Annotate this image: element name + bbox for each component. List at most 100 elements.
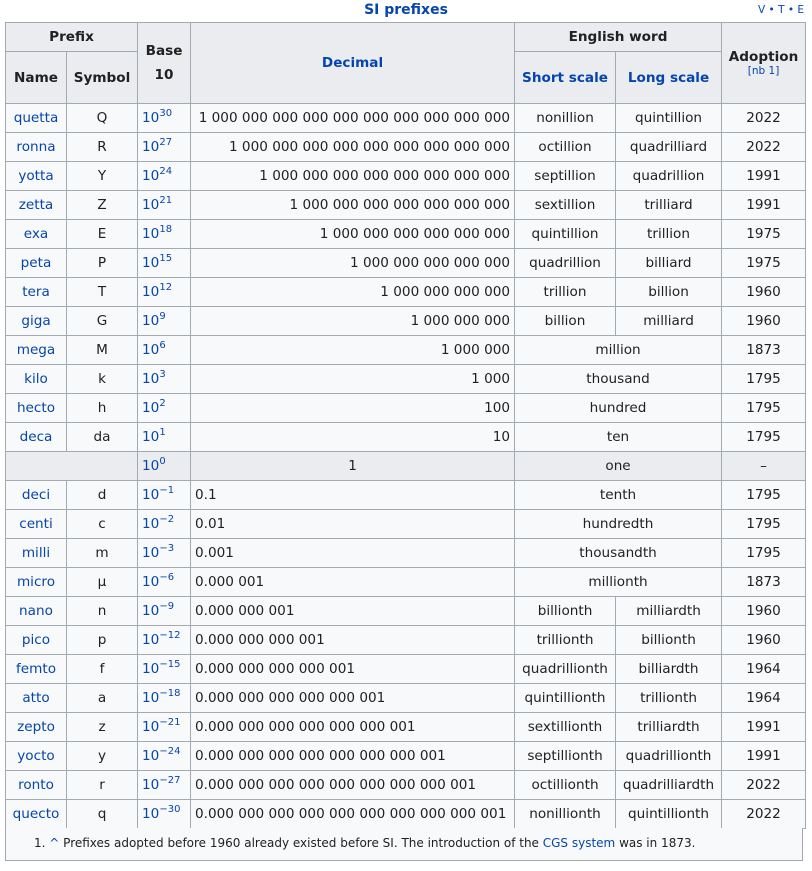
exponent: 3 [159, 369, 166, 380]
base10-power[interactable]: 10−1 [137, 480, 192, 510]
base10-power[interactable]: 10−18 [137, 683, 192, 713]
adoption-year: 1873 [721, 335, 807, 365]
prefix-name-link[interactable]: kilo [24, 371, 48, 387]
base10-power[interactable]: 10−15 [137, 654, 192, 684]
prefix-name-link[interactable]: yotta [18, 168, 53, 184]
prefix-name-link[interactable]: zetta [19, 197, 54, 213]
prefix-name-link[interactable]: centi [19, 516, 53, 532]
prefix-name-link[interactable]: atto [22, 690, 49, 706]
decimal-value: 1 000 000 000 000 000 000 000 000 000 [190, 132, 516, 162]
short-scale-word: septillion [514, 161, 617, 191]
prefix-name-link[interactable]: ronto [18, 777, 54, 793]
prefix-name-link[interactable]: yocto [17, 748, 54, 764]
table-row: quecto q 10−30 0.000 000 000 000 000 000 00… [5, 799, 807, 829]
exponent: 12 [159, 282, 173, 293]
short-scale-word: quadrillionth [514, 654, 617, 684]
decimal-value: 0.000 000 000 000 000 000 001 [190, 712, 516, 742]
long-scale-word: trillion [615, 219, 723, 249]
base10-power[interactable]: 1012 [137, 277, 192, 307]
header-short-scale[interactable]: Short scale [514, 51, 617, 104]
prefix-name-link[interactable]: milli [22, 545, 50, 561]
prefix-name-link[interactable]: quetta [14, 110, 59, 126]
english-word: millionth [514, 567, 723, 597]
prefix-name-link[interactable]: quecto [13, 806, 60, 822]
header-decimal[interactable]: Decimal [190, 22, 516, 104]
base10-power[interactable]: 10−12 [137, 625, 192, 655]
base10-power[interactable]: 1024 [137, 161, 192, 191]
prefix-name-link[interactable]: mega [17, 342, 56, 358]
prefix-name-link[interactable]: exa [24, 226, 49, 242]
prefix-symbol: P [65, 248, 139, 278]
exponent: −24 [159, 746, 181, 757]
base10-power[interactable]: 101 [137, 422, 192, 452]
decimal-value: 0.000 000 000 000 000 001 [190, 683, 516, 713]
table-row: milli m 10−3 0.001 thousandth 1795 [5, 538, 807, 568]
prefix-name-cell: tera [5, 277, 67, 307]
prefix-symbol: E [65, 219, 139, 249]
prefix-name-cell: deca [5, 422, 67, 452]
header-long-scale[interactable]: Long scale [615, 51, 723, 104]
prefix-name-link[interactable]: giga [21, 313, 50, 329]
header-prefix: Prefix [4, 22, 139, 52]
base10-power[interactable]: 10−9 [137, 596, 192, 626]
vte-links[interactable]: V • T • E [758, 4, 804, 16]
adoption-year: 1795 [721, 509, 807, 539]
short-scale-word: sextillion [514, 190, 617, 220]
prefix-symbol: h [65, 393, 139, 423]
prefix-name-link[interactable]: deci [22, 487, 50, 503]
header-english-word: English word [514, 22, 723, 52]
base10-power[interactable]: 106 [137, 335, 192, 365]
base10-power[interactable]: 1030 [137, 103, 192, 133]
decimal-value: 1 [190, 451, 516, 481]
english-word: tenth [514, 480, 723, 510]
decimal-value: 0.1 [190, 480, 516, 510]
decimal-value: 0.000 000 000 000 000 000 000 000 001 [190, 770, 516, 800]
prefix-name-link[interactable]: peta [21, 255, 52, 271]
prefix-name-link[interactable]: deca [20, 429, 53, 445]
long-scale-word: trilliardth [615, 712, 723, 742]
prefix-name-link[interactable]: micro [17, 574, 55, 590]
base10-power[interactable]: 109 [137, 306, 192, 336]
base10-power[interactable]: 10−27 [137, 770, 192, 800]
prefix-name-link[interactable]: nano [19, 603, 53, 619]
prefix-name-link[interactable]: ronna [16, 139, 55, 155]
prefix-name-link[interactable]: tera [22, 284, 50, 300]
note-link[interactable]: [nb 1] [726, 65, 801, 77]
adoption-year: 1795 [721, 422, 807, 452]
prefix-name-link[interactable]: hecto [17, 400, 55, 416]
base10-power[interactable]: 102 [137, 393, 192, 423]
base10-power[interactable]: 1015 [137, 248, 192, 278]
prefix-name-link[interactable]: zepto [17, 719, 55, 735]
prefix-symbol: M [65, 335, 139, 365]
prefix-name-cell: peta [5, 248, 67, 278]
base10-power[interactable]: 10−6 [137, 567, 192, 597]
base10-power[interactable]: 10−30 [137, 799, 192, 829]
adoption-year: 1964 [721, 683, 807, 713]
base10-power[interactable]: 103 [137, 364, 192, 394]
adoption-year: 1960 [721, 306, 807, 336]
cgs-system-link[interactable]: CGS system [543, 836, 616, 850]
base10-power[interactable]: 10−3 [137, 538, 192, 568]
english-word: hundredth [514, 509, 723, 539]
short-scale-word: nonillion [514, 103, 617, 133]
prefix-symbol: p [65, 625, 139, 655]
footnote-backlink[interactable]: ^ [49, 836, 59, 850]
prefix-symbol: Z [65, 190, 139, 220]
base10-power[interactable]: 10−2 [137, 509, 192, 539]
base10-power[interactable]: 100 [137, 451, 192, 481]
prefix-symbol: k [65, 364, 139, 394]
base10-power[interactable]: 10−21 [137, 712, 192, 742]
base10-power[interactable]: 1021 [137, 190, 192, 220]
base10-power[interactable]: 1018 [137, 219, 192, 249]
long-scale-word: billionth [615, 625, 723, 655]
exponent: 30 [159, 108, 173, 119]
long-scale-word: trilliard [615, 190, 723, 220]
footnote-text-end: was in 1873. [615, 836, 696, 850]
prefix-name-link[interactable]: femto [16, 661, 56, 677]
table-row: yotta Y 1024 1 000 000 000 000 000 000 000 … [5, 161, 807, 191]
base10-power[interactable]: 10−24 [137, 741, 192, 771]
decimal-value: 0.000 000 000 000 000 000 000 000 000 00… [190, 799, 516, 829]
prefix-name-link[interactable]: pico [22, 632, 50, 648]
base10-power[interactable]: 1027 [137, 132, 192, 162]
table-row: exa E 1018 1 000 000 000 000 000 000 quintil… [5, 219, 807, 249]
